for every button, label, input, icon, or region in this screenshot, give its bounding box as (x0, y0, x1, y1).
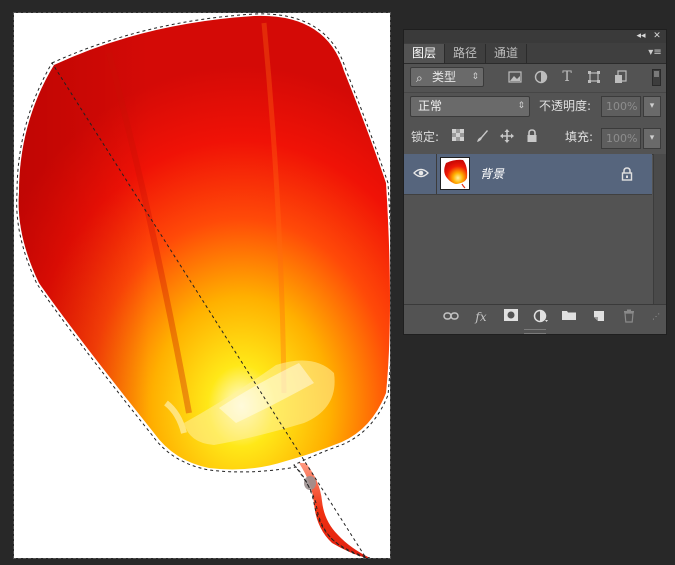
select-arrow-icon: ⇕ (517, 101, 525, 111)
delete-layer-icon[interactable] (620, 309, 638, 325)
layers-panel: ◂◂ ✕ 图层 路径 通道 ▾≡ ⌕ 类型 ⇕ T 正常 ⇕ 不透明度: 100… (403, 29, 667, 335)
panel-title-bar[interactable]: ◂◂ ✕ (404, 30, 666, 43)
filter-toggle-switch[interactable] (652, 69, 661, 86)
lock-image-pixels-icon[interactable] (474, 129, 490, 145)
layers-list: 背景 (404, 154, 652, 304)
collapse-panel-icon[interactable]: ◂◂ (634, 30, 648, 43)
blend-opacity-row: 正常 ⇕ 不透明度: 100% ▾ (404, 93, 666, 123)
visibility-toggle[interactable] (404, 154, 437, 194)
layer-mask-icon[interactable] (502, 309, 520, 325)
eye-icon (413, 168, 429, 178)
panel-menu-icon[interactable]: ▾≡ (648, 43, 662, 63)
lock-label: 锁定: (411, 130, 440, 144)
lock-position-icon[interactable] (499, 129, 515, 145)
type-filter-icon[interactable]: T (560, 70, 574, 84)
tab-paths[interactable]: 路径 (445, 44, 486, 63)
opacity-input[interactable]: 100% (601, 96, 641, 117)
layer-thumbnail (440, 157, 470, 190)
filter-kind-select[interactable]: ⌕ 类型 ⇕ (410, 67, 484, 87)
layer-filter-row: ⌕ 类型 ⇕ T (404, 64, 666, 93)
adjustment-layer-icon[interactable] (532, 309, 550, 325)
tab-layers[interactable]: 图层 (404, 44, 445, 63)
lock-all-icon[interactable] (524, 129, 540, 145)
image-filter-icon[interactable] (508, 70, 522, 84)
blend-mode-label: 正常 (418, 99, 443, 113)
new-layer-icon[interactable] (590, 309, 608, 325)
panel-tabs: 图层 路径 通道 ▾≡ (404, 43, 666, 64)
layer-name[interactable]: 背景 (480, 165, 504, 182)
fill-dropdown-button[interactable]: ▾ (643, 128, 661, 149)
fill-input[interactable]: 100% (601, 128, 641, 149)
sky-lantern-image (16, 13, 390, 558)
panel-resize-grip[interactable] (524, 329, 546, 334)
layer-row-background[interactable]: 背景 (404, 154, 652, 195)
smart-object-filter-icon[interactable] (614, 70, 628, 84)
lock-transparent-pixels-icon[interactable] (450, 129, 466, 145)
blend-mode-select[interactable]: 正常 ⇕ (410, 96, 530, 117)
search-icon: ⌕ (416, 71, 423, 85)
adjustment-filter-icon[interactable] (534, 70, 548, 84)
layer-lock-icon (621, 167, 633, 181)
layers-bottom-toolbar: fx ⋰ (404, 304, 666, 329)
document-canvas[interactable] (13, 12, 391, 559)
fx-icon[interactable]: fx (472, 309, 490, 325)
new-group-icon[interactable] (560, 309, 578, 325)
resize-corner-icon[interactable]: ⋰ (650, 309, 662, 325)
fill-label: 填充: (565, 130, 594, 144)
opacity-label: 不透明度: (539, 99, 592, 113)
link-layers-icon[interactable] (442, 309, 460, 325)
tab-channels[interactable]: 通道 (486, 44, 527, 63)
layers-scrollbar[interactable] (653, 154, 666, 304)
opacity-dropdown-button[interactable]: ▾ (643, 96, 661, 117)
shape-filter-icon[interactable] (587, 70, 601, 84)
filter-kind-label: 类型 (432, 70, 457, 84)
close-panel-icon[interactable]: ✕ (650, 30, 664, 43)
select-arrow-icon: ⇕ (471, 72, 479, 82)
lock-fill-row: 锁定: 填充: 100% ▾ (404, 124, 666, 155)
